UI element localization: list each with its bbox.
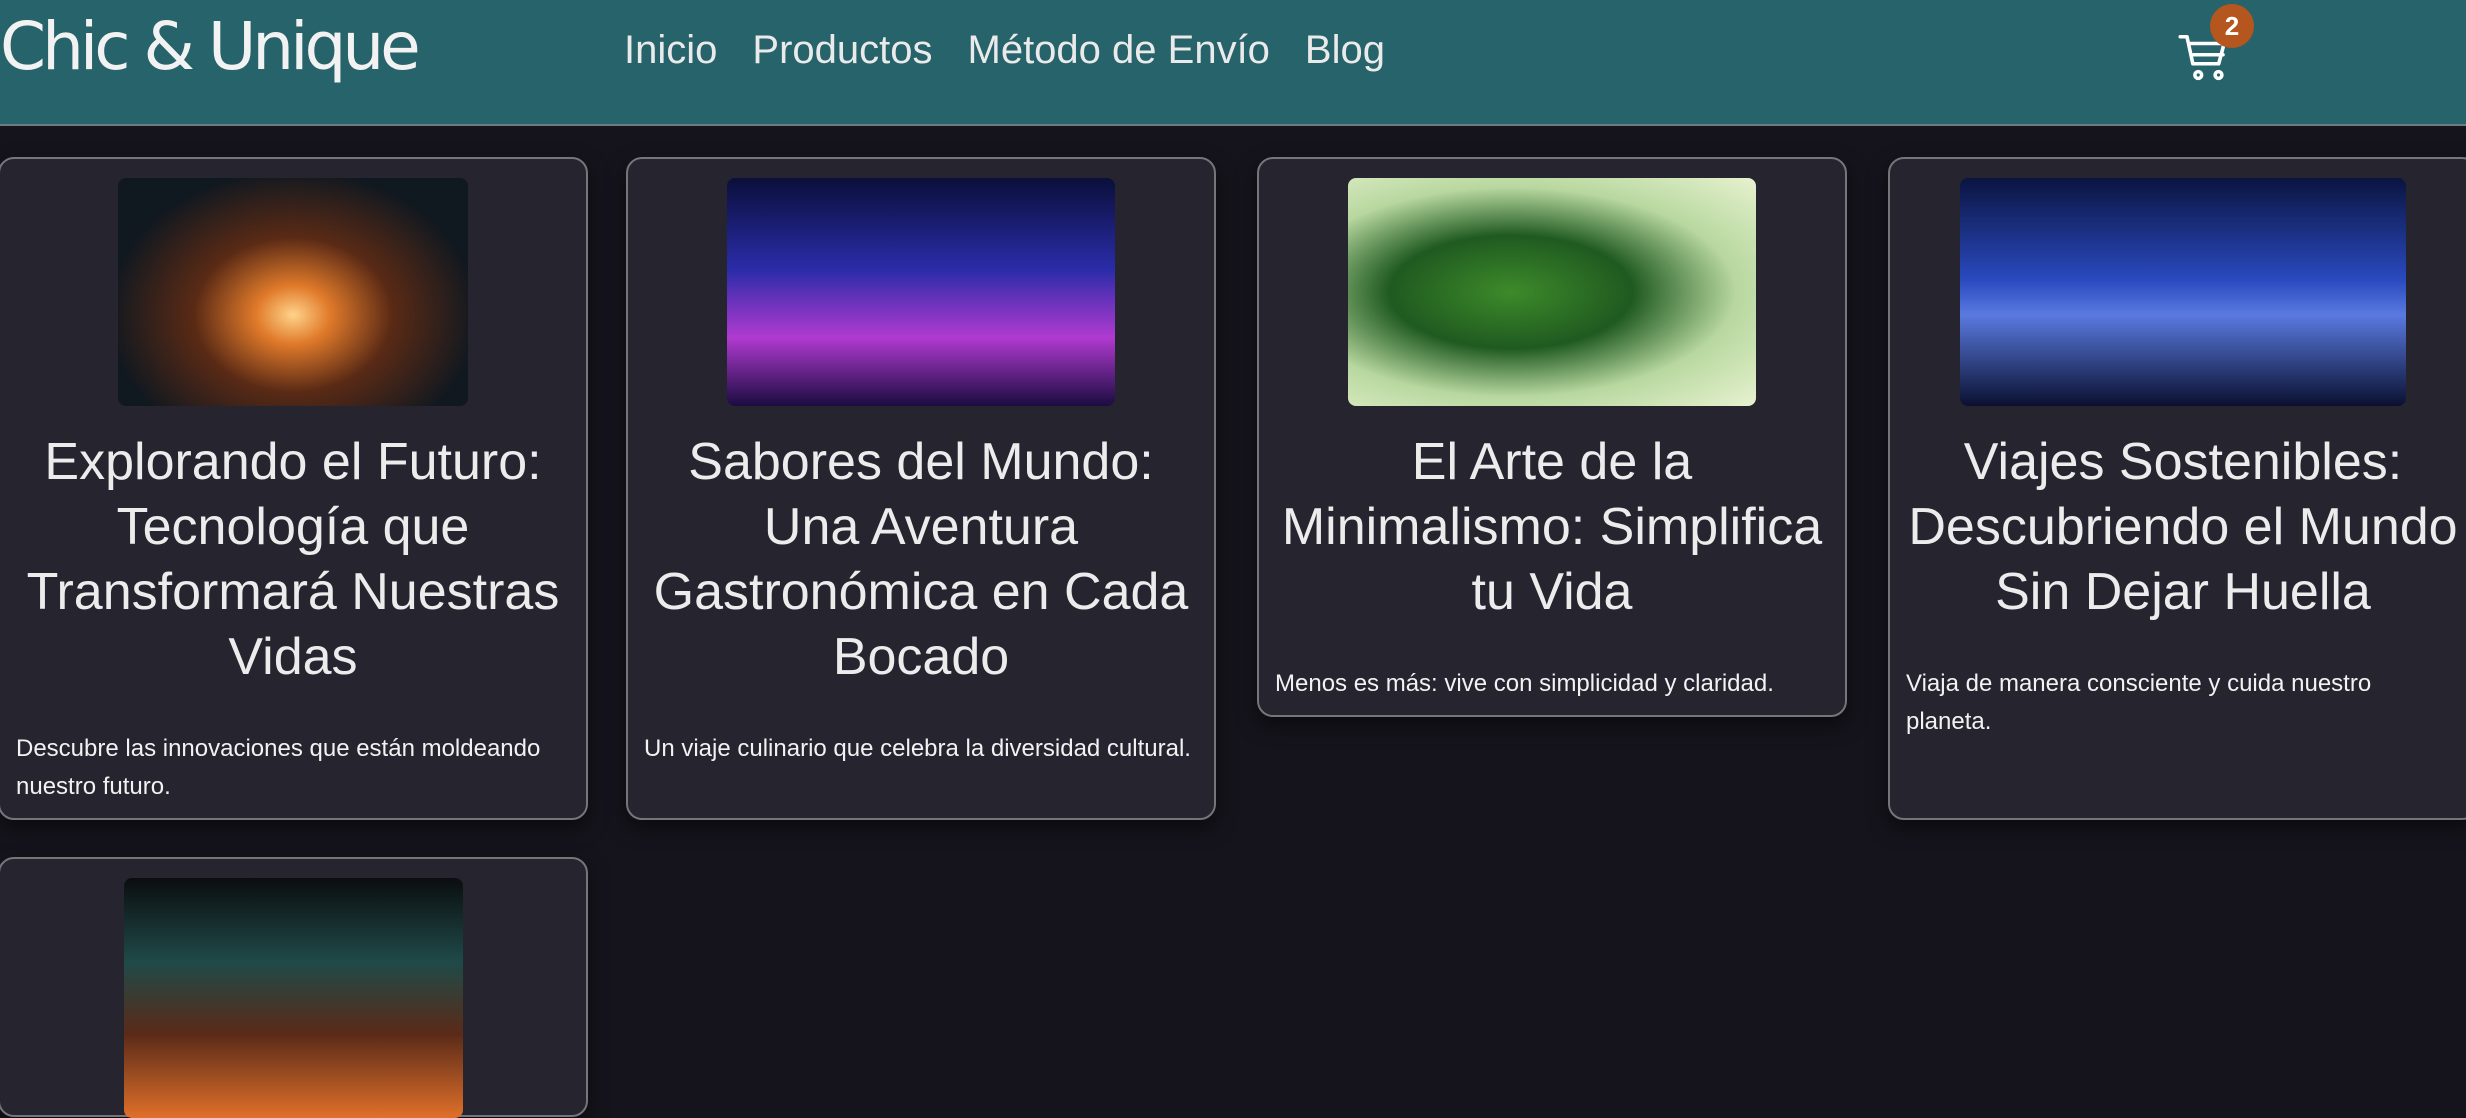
post-title: Explorando el Futuro: Tecnología que Tra…: [26, 433, 560, 686]
logo[interactable]: Chic & Unique: [0, 8, 421, 85]
site-header: Chic & Unique Inicio Productos Método de…: [0, 0, 2466, 126]
post-title: Viajes Sostenibles: Descubriendo el Mund…: [1908, 433, 2458, 621]
post-description: Viaja de manera consciente y cuida nuest…: [1906, 670, 2372, 735]
nav-productos[interactable]: Productos: [752, 28, 932, 73]
post-image: [1348, 178, 1756, 406]
blog-card[interactable]: Explorando el Futuro: Tecnología que Tra…: [0, 157, 588, 820]
post-title: Sabores del Mundo: Una Aventura Gastronó…: [653, 433, 1189, 686]
cart-count-badge: 2: [2210, 4, 2254, 48]
blog-card[interactable]: Viajes Sostenibles: Descubriendo el Mund…: [1888, 157, 2466, 820]
blog-card[interactable]: El Arte de la Minimalismo: Simplifica tu…: [1257, 157, 1847, 717]
post-image: [123, 878, 463, 1118]
blog-card[interactable]: [0, 857, 588, 1118]
post-description: Descubre las innovaciones que están mold…: [16, 735, 541, 800]
nav-inicio[interactable]: Inicio: [624, 28, 717, 73]
main-nav: Inicio Productos Método de Envío Blog: [624, 28, 1385, 73]
nav-blog[interactable]: Blog: [1305, 28, 1385, 73]
post-description: Un viaje culinario que celebra la divers…: [644, 735, 1191, 762]
blog-card[interactable]: Sabores del Mundo: Una Aventura Gastronó…: [626, 157, 1216, 820]
post-image: [727, 178, 1115, 406]
nav-metodo-envio[interactable]: Método de Envío: [968, 28, 1270, 73]
post-image: [1960, 178, 2406, 406]
post-title: El Arte de la Minimalismo: Simplifica tu…: [1281, 433, 1823, 621]
post-image: [118, 178, 468, 406]
post-description: Menos es más: vive con simplicidad y cla…: [1275, 670, 1774, 697]
